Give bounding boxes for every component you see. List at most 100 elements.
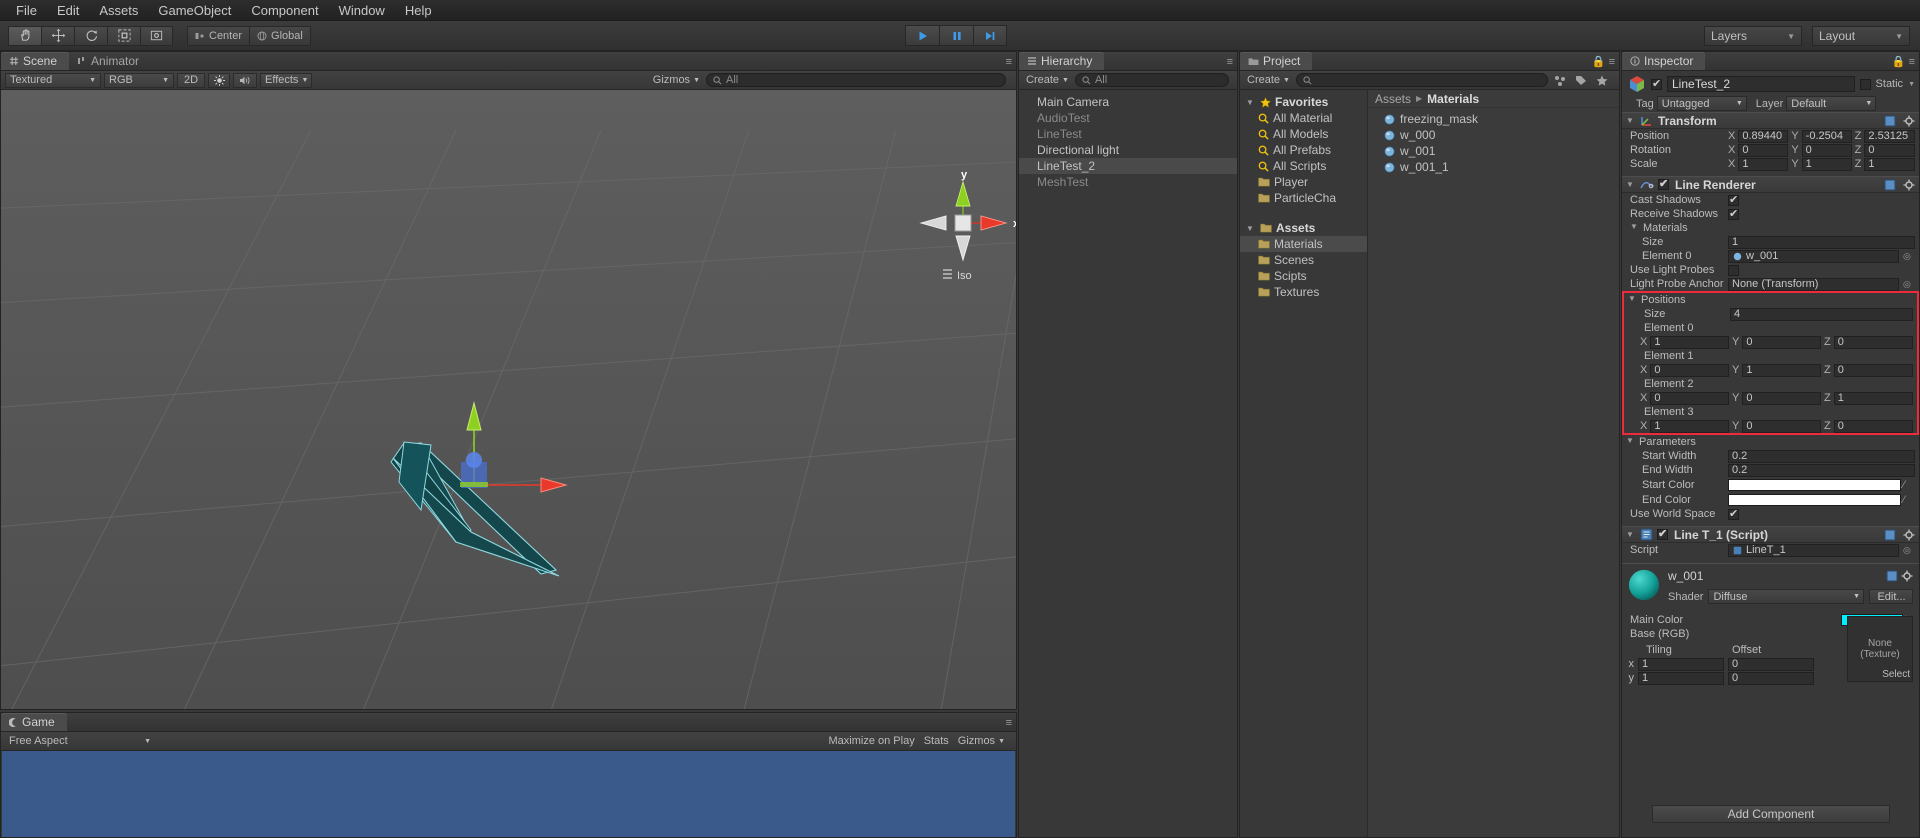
project-folder-textures[interactable]: Textures xyxy=(1240,284,1367,300)
object-name-field[interactable]: LineTest_2 xyxy=(1667,76,1855,92)
book-icon[interactable] xyxy=(1884,179,1896,191)
menu-item-window[interactable]: Window xyxy=(329,0,395,21)
pivot-mode-button[interactable]: Center xyxy=(187,25,250,46)
game-viewport[interactable] xyxy=(2,751,1015,837)
materials-size-field[interactable]: 1 xyxy=(1728,235,1915,249)
hierarchy-item-linetest[interactable]: LineTest xyxy=(1019,126,1237,142)
project-fav-all-models[interactable]: All Models xyxy=(1240,126,1367,142)
tab-hierarchy[interactable]: Hierarchy xyxy=(1019,52,1105,70)
tab-scene[interactable]: Scene xyxy=(1,52,70,70)
object-active-checkbox[interactable] xyxy=(1651,77,1662,90)
tab-game[interactable]: Game xyxy=(1,713,67,731)
positions-e2-y-field[interactable]: 0 xyxy=(1742,391,1821,405)
scale-tool-button[interactable] xyxy=(107,25,140,46)
gear-icon[interactable] xyxy=(1903,115,1915,127)
tag-dropdown[interactable]: Untagged ▼ xyxy=(1656,96,1747,111)
breadcrumb-materials[interactable]: Materials xyxy=(1427,92,1479,106)
texture-select-button[interactable]: Select xyxy=(1882,669,1910,680)
static-checkbox[interactable] xyxy=(1859,78,1871,90)
panel-menu-icon[interactable]: ≡ xyxy=(1006,717,1012,729)
tab-project[interactable]: Project xyxy=(1240,52,1313,70)
positions-e1-z-field[interactable]: 0 xyxy=(1833,363,1913,377)
project-fav-particle-channel[interactable]: ParticleCha xyxy=(1240,190,1367,206)
eyedropper-icon[interactable]: ⁄ xyxy=(1903,479,1915,491)
object-picker-icon[interactable]: ◎ xyxy=(1903,279,1915,290)
hierarchy-item-audiotest[interactable]: AudioTest xyxy=(1019,110,1237,126)
move-tool-button[interactable] xyxy=(41,25,74,46)
gear-icon[interactable] xyxy=(1903,179,1915,191)
menu-item-file[interactable]: File xyxy=(6,0,47,21)
project-folder-scenes[interactable]: Scenes xyxy=(1240,252,1367,268)
hierarchy-item-meshtest[interactable]: MeshTest xyxy=(1019,174,1237,190)
game-gizmos-dropdown[interactable]: Gizmos ▼ xyxy=(955,734,1008,749)
book-icon[interactable] xyxy=(1884,529,1896,541)
hand-tool-button[interactable] xyxy=(8,25,41,46)
maximize-on-play-toggle[interactable]: Maximize on Play xyxy=(826,734,918,749)
line-renderer-header[interactable]: ▼ Line Renderer xyxy=(1622,176,1919,193)
gizmos-dropdown[interactable]: Gizmos ▼ xyxy=(650,73,703,88)
use-light-probes-checkbox[interactable] xyxy=(1728,264,1739,276)
position-x-field[interactable]: 0.89440 xyxy=(1738,129,1789,143)
menu-item-edit[interactable]: Edit xyxy=(47,0,89,21)
position-z-field[interactable]: 2.53125 xyxy=(1864,129,1915,143)
positions-e3-x-field[interactable]: 1 xyxy=(1650,419,1729,433)
color-mode-dropdown[interactable]: RGB ▼ xyxy=(104,72,174,88)
script-component-header[interactable]: ▼ Line T_1 (Script) xyxy=(1622,526,1919,543)
asset-item-w-001[interactable]: w_001 xyxy=(1368,143,1619,159)
materials-element0-field[interactable]: w_001 xyxy=(1728,249,1899,263)
book-icon[interactable] xyxy=(1886,570,1898,582)
shader-edit-button[interactable]: Edit... xyxy=(1869,589,1913,604)
texture-slot[interactable]: None (Texture) Select xyxy=(1847,616,1913,682)
object-picker-icon[interactable]: ◎ xyxy=(1903,251,1915,262)
hierarchy-search-input[interactable]: All xyxy=(1074,73,1229,87)
chevron-down-icon[interactable]: ▼ xyxy=(1908,81,1915,88)
offset-x-field[interactable]: 0 xyxy=(1728,657,1814,671)
filter-by-type-button[interactable] xyxy=(1551,73,1569,88)
cast-shadows-checkbox[interactable] xyxy=(1728,193,1739,206)
audio-toggle-button[interactable] xyxy=(233,72,257,88)
stats-toggle[interactable]: Stats xyxy=(921,734,952,749)
project-fav-player[interactable]: Player xyxy=(1240,174,1367,190)
project-favorites-root[interactable]: ▼ Favorites xyxy=(1240,94,1367,110)
project-fav-all-prefabs[interactable]: All Prefabs xyxy=(1240,142,1367,158)
light-probe-anchor-field[interactable]: None (Transform) xyxy=(1728,277,1899,291)
rect-tool-button[interactable] xyxy=(140,25,173,46)
rotation-y-field[interactable]: 0 xyxy=(1801,143,1852,157)
book-icon[interactable] xyxy=(1884,115,1896,127)
foldout-icon[interactable]: ▼ xyxy=(1246,224,1256,233)
project-folder-scipts[interactable]: Scipts xyxy=(1240,268,1367,284)
pause-button[interactable] xyxy=(939,25,973,46)
positions-e0-y-field[interactable]: 0 xyxy=(1742,335,1821,349)
project-assets-root[interactable]: ▼ Assets xyxy=(1240,220,1367,236)
add-component-button[interactable]: Add Component xyxy=(1652,805,1890,823)
panel-menu-icon[interactable]: 🔒 ≡ xyxy=(1892,55,1915,68)
tab-animator[interactable]: Animator xyxy=(69,52,151,70)
asset-item-w-000[interactable]: w_000 xyxy=(1368,127,1619,143)
gear-icon[interactable] xyxy=(1901,570,1913,582)
favorite-button[interactable] xyxy=(1593,73,1611,88)
project-search-input[interactable] xyxy=(1295,73,1548,87)
foldout-icon[interactable]: ▼ xyxy=(1626,530,1636,539)
foldout-icon[interactable]: ▼ xyxy=(1628,294,1638,306)
draw-mode-dropdown[interactable]: Textured ▼ xyxy=(5,72,101,88)
step-button[interactable] xyxy=(973,25,1007,46)
line-renderer-enabled-checkbox[interactable] xyxy=(1658,177,1669,190)
end-width-field[interactable]: 0.2 xyxy=(1728,463,1915,477)
2d-toggle-button[interactable]: 2D xyxy=(177,72,205,88)
hierarchy-item-main-camera[interactable]: Main Camera xyxy=(1019,94,1237,110)
pivot-rotation-button[interactable]: Global xyxy=(249,25,311,46)
play-button[interactable] xyxy=(905,25,939,46)
receive-shadows-checkbox[interactable] xyxy=(1728,207,1739,220)
scale-y-field[interactable]: 1 xyxy=(1801,157,1852,171)
lighting-toggle-button[interactable] xyxy=(208,72,230,88)
menu-item-gameobject[interactable]: GameObject xyxy=(148,0,241,21)
hierarchy-item-directional-light[interactable]: Directional light xyxy=(1019,142,1237,158)
project-folder-materials[interactable]: Materials xyxy=(1240,236,1367,252)
positions-e2-z-field[interactable]: 1 xyxy=(1833,391,1913,405)
scene-search-input[interactable]: All xyxy=(706,73,1006,87)
positions-size-field[interactable]: 4 xyxy=(1730,307,1913,321)
transform-component-header[interactable]: ▼ Transform xyxy=(1622,112,1919,129)
foldout-icon[interactable]: ▼ xyxy=(1626,436,1636,448)
foldout-icon[interactable]: ▼ xyxy=(1626,180,1636,189)
layers-dropdown[interactable]: Layers ▼ xyxy=(1704,26,1802,46)
